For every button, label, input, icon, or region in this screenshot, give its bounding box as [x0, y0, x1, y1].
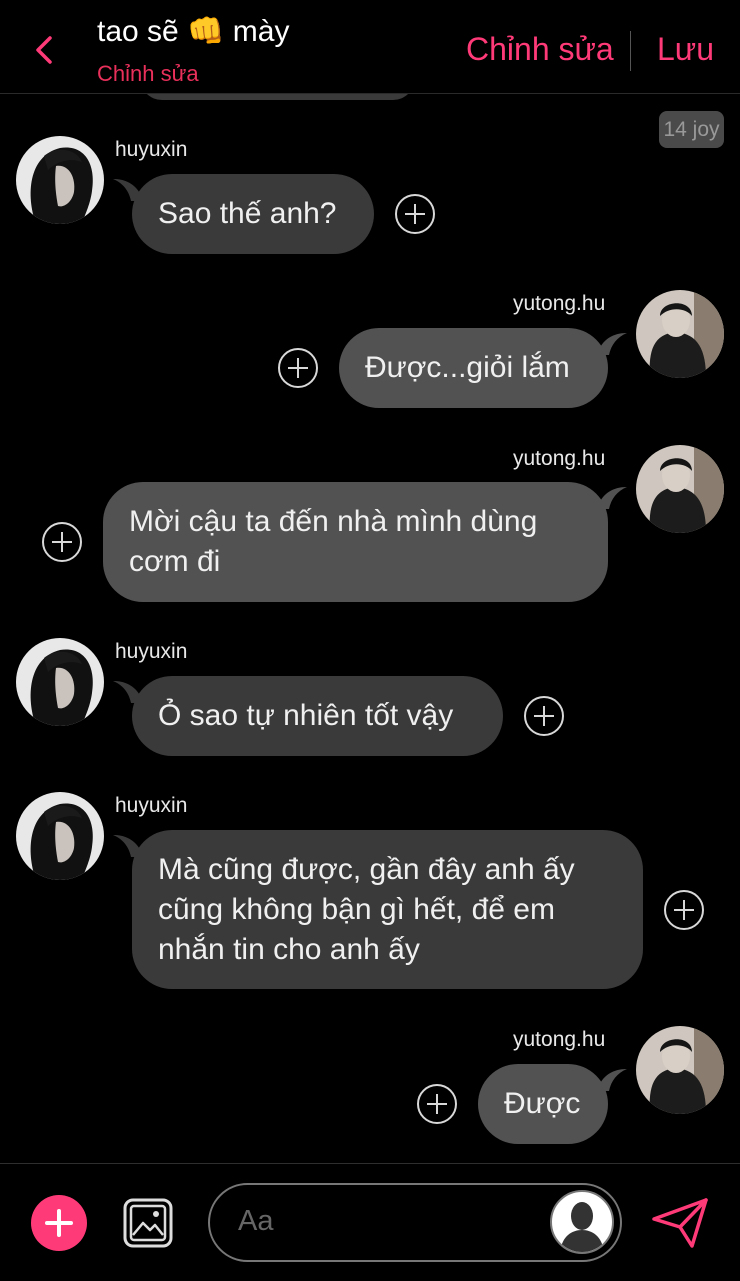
- sender-name: huyuxin: [115, 794, 188, 817]
- avatar-boy-image: [636, 1026, 724, 1114]
- message-text: Ỏ sao tự nhiên tốt vậy: [158, 699, 454, 732]
- add-reaction-icon[interactable]: [42, 522, 82, 562]
- message-text-line: Mà cũng được, gần đây anh ấy: [158, 853, 575, 886]
- save-button[interactable]: Lưu: [657, 31, 714, 68]
- chat-header: tao sẽ 👊 mày Chỉnh sửa Chỉnh sửa Lưu: [0, 0, 740, 94]
- profile-silhouette-icon: [560, 1202, 604, 1252]
- add-reaction-icon[interactable]: [664, 890, 704, 930]
- avatar-boy-image: [636, 290, 724, 378]
- sender-name: yutong.hu: [513, 447, 606, 470]
- edit-button[interactable]: Chỉnh sửa: [466, 31, 614, 68]
- sender-name: huyuxin: [115, 640, 188, 663]
- message-text: Sao thế anh?: [158, 197, 337, 230]
- header-divider: [630, 31, 631, 71]
- avatar-huyuxin[interactable]: [16, 792, 104, 880]
- avatar-yutong[interactable]: [636, 445, 724, 533]
- message-bubble[interactable]: Mời cậu ta đến nhà mình dùng cơm đi: [103, 482, 608, 602]
- message-input-placeholder: Aa: [238, 1205, 274, 1237]
- message-text: Được: [504, 1087, 581, 1120]
- message-bubble[interactable]: Sao thế anh?: [132, 174, 374, 254]
- message-text-line: nhắn tin cho anh ấy: [158, 933, 420, 966]
- add-reaction-icon[interactable]: [524, 696, 564, 736]
- chat-title-text: tao sẽ: [97, 15, 179, 48]
- avatar-girl-image: [16, 792, 104, 880]
- avatar-yutong[interactable]: [636, 290, 724, 378]
- sender-name: yutong.hu: [513, 1028, 606, 1051]
- fist-emoji-icon: 👊: [187, 14, 225, 49]
- add-reaction-icon[interactable]: [395, 194, 435, 234]
- chat-subtitle[interactable]: Chỉnh sửa: [97, 61, 199, 87]
- message-bubble[interactable]: Mà cũng được, gần đây anh ấy cũng không …: [132, 830, 643, 989]
- add-reaction-icon[interactable]: [278, 348, 318, 388]
- chat-title: tao sẽ 👊 mày: [97, 14, 289, 49]
- composer-divider: [0, 1163, 740, 1164]
- chat-title-suffix: mày: [232, 15, 290, 48]
- send-icon[interactable]: [650, 1197, 710, 1249]
- message-text: Được...giỏi lắm: [365, 351, 570, 384]
- message-input[interactable]: Aa: [208, 1183, 622, 1262]
- message-bubble[interactable]: Được...giỏi lắm: [339, 328, 608, 408]
- message-bubble[interactable]: Ỏ sao tự nhiên tốt vậy: [132, 676, 503, 756]
- message-text-line: cơm đi: [129, 545, 221, 578]
- message-bubble[interactable]: Được: [478, 1064, 608, 1144]
- plus-icon[interactable]: [31, 1195, 87, 1251]
- image-icon[interactable]: [122, 1197, 174, 1249]
- message-text-line: cũng không bận gì hết, để em: [158, 893, 555, 926]
- avatar-yutong[interactable]: [636, 1026, 724, 1114]
- add-reaction-icon[interactable]: [417, 1084, 457, 1124]
- message-text-line: Mời cậu ta đến nhà mình dùng: [129, 505, 538, 538]
- time-badge: 14 joy: [659, 111, 724, 148]
- avatar-girl-image: [16, 638, 104, 726]
- sender-name: yutong.hu: [513, 292, 606, 315]
- avatar-boy-image: [636, 445, 724, 533]
- avatar-huyuxin[interactable]: [16, 136, 104, 224]
- avatar-huyuxin[interactable]: [16, 638, 104, 726]
- sender-name: huyuxin: [115, 138, 188, 161]
- avatar-girl-image: [16, 136, 104, 224]
- profile-icon[interactable]: [550, 1190, 614, 1254]
- chevron-left-icon[interactable]: [28, 30, 58, 70]
